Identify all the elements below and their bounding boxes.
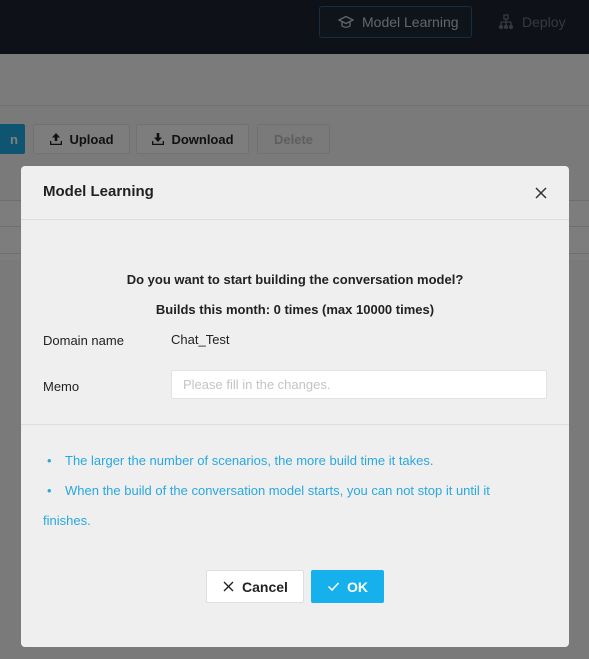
cancel-label: Cancel <box>242 578 288 595</box>
domain-name-label: Domain name <box>43 333 124 348</box>
ok-label: OK <box>347 578 368 595</box>
memo-label: Memo <box>43 379 80 394</box>
bullet: • <box>47 453 52 468</box>
confirm-question: Do you want to start building the conver… <box>126 272 464 287</box>
ok-button[interactable]: OK <box>311 570 384 603</box>
note-text: The larger the number of scenarios, the … <box>65 453 434 468</box>
notes-list: • The larger the number of scenarios, the… <box>43 446 523 536</box>
dialog-header: Model Learning <box>21 166 569 220</box>
close-icon[interactable] <box>533 185 549 201</box>
dialog-divider <box>21 424 569 425</box>
bullet: • <box>47 483 52 498</box>
note-item: • The larger the number of scenarios, the… <box>43 446 523 476</box>
note-item: • When the build of the conversation mode… <box>43 476 523 536</box>
model-learning-dialog: Model Learning Do you want to start buil… <box>21 166 569 647</box>
cancel-button[interactable]: Cancel <box>206 570 304 603</box>
close-icon <box>223 581 234 592</box>
note-text: When the build of the conversation model… <box>43 483 490 528</box>
builds-info: Builds this month: 0 times (max 10000 ti… <box>155 302 435 317</box>
check-icon <box>327 582 340 592</box>
domain-name-value: Chat_Test <box>171 332 230 347</box>
dialog-title: Model Learning <box>43 183 154 200</box>
memo-input[interactable] <box>171 370 547 399</box>
